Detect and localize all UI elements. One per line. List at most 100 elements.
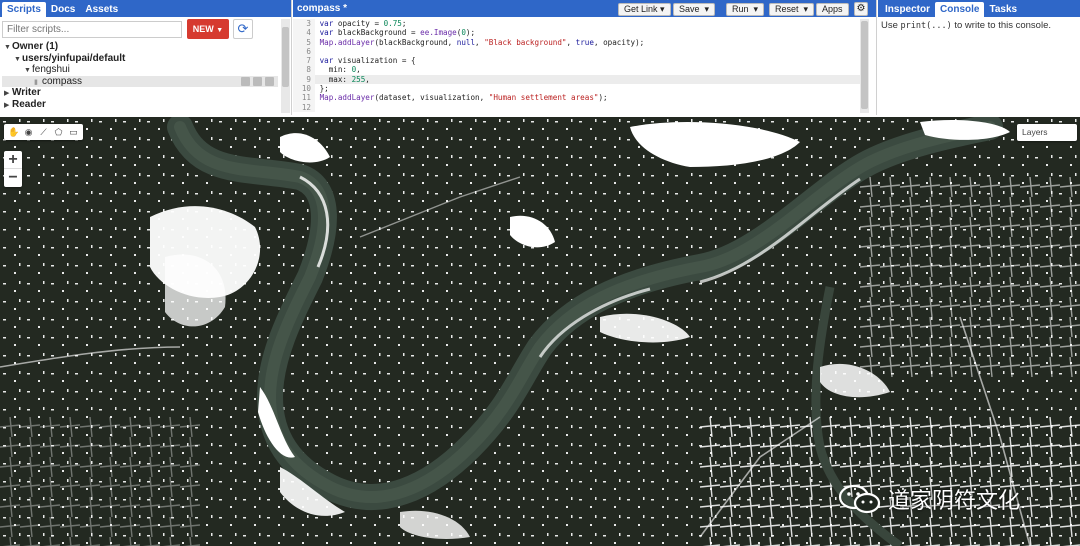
watermark: 道家阴符文化 <box>838 483 1020 515</box>
rectangle-icon[interactable]: ▭ <box>68 127 79 138</box>
polygon-icon[interactable]: ⬠ <box>53 127 64 138</box>
new-button-label: NEW <box>192 24 214 34</box>
save-button[interactable]: Save ▾ <box>673 3 716 16</box>
edit-icon[interactable] <box>253 76 262 86</box>
scripts-panel: Scripts Docs Assets NEW ▼ ⟳ ▼Owner (1)▼u… <box>0 0 292 115</box>
refresh-icon[interactable]: ⟳ <box>233 19 253 39</box>
line-number: 5 <box>293 37 315 47</box>
script-actions <box>241 76 274 86</box>
reset-label: Reset <box>775 4 799 14</box>
editor-scrollbar[interactable] <box>860 19 869 113</box>
zoom-control: + − <box>4 151 22 187</box>
left-tabbar: Scripts Docs Assets <box>0 0 291 17</box>
run-label: Run <box>732 4 749 14</box>
code-line[interactable]: 6 <box>293 46 869 57</box>
code-text: max: 255, <box>315 74 370 84</box>
line-number: 9 <box>293 74 315 85</box>
code-line[interactable]: 10 }; <box>293 84 869 94</box>
code-text: Map.addLayer(blackBackground, null, "Bla… <box>319 37 645 47</box>
line-number: 10 <box>293 84 315 94</box>
code-line[interactable]: 4 var blackBackground = ee.Image(0); <box>293 28 869 38</box>
tab-docs[interactable]: Docs <box>46 2 80 17</box>
tab-tasks[interactable]: Tasks <box>984 2 1022 17</box>
tab-scripts[interactable]: Scripts <box>2 2 46 17</box>
right-tabbar: Inspector Console Tasks <box>878 0 1080 17</box>
tree-item[interactable]: ▮ compass <box>2 75 278 87</box>
map-view[interactable]: ✋ ◉ ⟋ ⬠ ▭ + − Layers 道家阴符文化 <box>0 117 1080 546</box>
gear-icon[interactable]: ⚙ <box>854 2 868 16</box>
tree-item-label: users/yinfupai/default <box>22 52 126 64</box>
line-number: 4 <box>293 28 315 38</box>
tab-console[interactable]: Console <box>935 2 985 17</box>
drawing-tools: ✋ ◉ ⟋ ⬠ ▭ <box>4 124 83 140</box>
layers-button[interactable]: Layers <box>1017 124 1077 141</box>
tab-assets[interactable]: Assets <box>80 2 123 17</box>
script-tree: ▼Owner (1) ▼users/yinfupai/default ▼fengsh… <box>2 41 278 110</box>
code-text: }; <box>315 84 329 94</box>
script-title: compass * <box>297 3 348 14</box>
line-number: 3 <box>293 19 315 29</box>
zoom-out-button[interactable]: − <box>4 169 22 187</box>
get-link-label: Get Link <box>624 4 658 14</box>
code-line[interactable]: 11 Map.addLayer(dataset, visualization, … <box>293 93 869 103</box>
code-line[interactable]: 5 Map.addLayer(blackBackground, null, "B… <box>293 37 869 47</box>
caret-right-icon[interactable]: ▶ <box>4 100 12 112</box>
console-code: print(...) <box>900 21 952 31</box>
filter-scripts-input[interactable] <box>2 21 182 38</box>
wechat-icon <box>838 484 882 514</box>
satellite-map-image <box>0 117 1080 546</box>
console-output: Use print(...) to write to this console. <box>878 17 1080 34</box>
console-text-pre: Use <box>881 20 901 31</box>
tree-item[interactable]: ▼fengshui <box>2 64 278 76</box>
code-text: Map.addLayer(dataset, visualization, "Hu… <box>319 93 608 103</box>
history-icon[interactable] <box>241 76 250 86</box>
tree-item[interactable]: ▶ Writer <box>2 87 278 99</box>
tab-inspector[interactable]: Inspector <box>880 2 935 17</box>
tree-item[interactable]: ▶ Reader <box>2 99 278 111</box>
tree-item[interactable]: ▼users/yinfupai/default <box>2 53 278 65</box>
caret-down-icon: ▼ <box>216 27 224 34</box>
reset-button[interactable]: Reset ▾ <box>769 3 815 16</box>
console-text-post: to write to this console. <box>951 20 1052 31</box>
code-area[interactable]: 3 var opacity = 0.75; 4 var blackBackgrou… <box>293 19 869 113</box>
line-number: 12 <box>293 102 315 112</box>
code-line[interactable]: 9 max: 255, <box>293 74 869 85</box>
delete-icon[interactable] <box>265 76 274 86</box>
save-label: Save <box>679 4 700 14</box>
tree-item-label: Owner (1) <box>12 41 59 52</box>
get-link-button[interactable]: Get Link ▾ <box>618 3 671 16</box>
hand-icon[interactable]: ✋ <box>8 127 19 138</box>
code-text: min: 0, <box>315 65 361 75</box>
editor-header: compass * Get Link ▾ Save ▾ Run ▾ Reset … <box>293 0 876 17</box>
tree-item-label: Reader <box>12 98 46 110</box>
tree-item-label: fengshui <box>32 64 70 75</box>
scripts-scrollbar-thumb[interactable] <box>282 27 289 87</box>
console-panel: Inspector Console Tasks Use print(...) t… <box>878 0 1080 115</box>
watermark-text: 道家阴符文化 <box>888 489 1021 514</box>
new-button[interactable]: NEW ▼ <box>187 19 229 39</box>
code-line[interactable]: 3 var opacity = 0.75; <box>293 19 869 29</box>
scripts-scrollbar[interactable] <box>281 19 290 113</box>
tree-item-label: Writer <box>12 87 41 98</box>
code-text: var blackBackground = ee.Image(0); <box>319 28 476 38</box>
run-button[interactable]: Run ▾ <box>726 3 765 16</box>
point-marker-icon[interactable]: ◉ <box>23 127 34 138</box>
code-text: var visualization = { <box>319 56 416 66</box>
code-line[interactable]: 12 <box>293 102 869 112</box>
line-number: 11 <box>293 93 315 103</box>
code-line[interactable]: 7 var visualization = { <box>293 56 869 66</box>
code-line[interactable]: 8 min: 0, <box>293 65 869 75</box>
line-icon[interactable]: ⟋ <box>38 127 49 138</box>
line-number: 8 <box>293 65 315 75</box>
line-number: 7 <box>293 56 315 66</box>
tree-item-label: compass <box>42 75 83 87</box>
zoom-in-button[interactable]: + <box>4 151 22 169</box>
code-text: var opacity = 0.75; <box>319 19 407 28</box>
line-number: 6 <box>293 46 315 57</box>
tree-item[interactable]: ▼Owner (1) <box>2 41 278 53</box>
apps-button[interactable]: Apps <box>816 3 849 16</box>
earth-engine-code-editor: Scripts Docs Assets NEW ▼ ⟳ ▼Owner (1)▼u… <box>0 0 1080 546</box>
editor-scrollbar-thumb[interactable] <box>861 21 868 109</box>
